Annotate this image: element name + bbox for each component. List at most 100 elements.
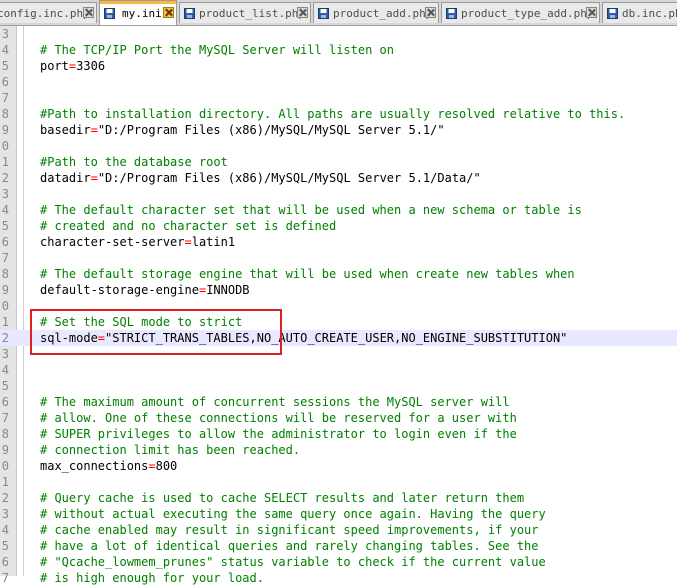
line-number: 5: [1, 379, 9, 393]
code-line[interactable]: 5 # have a lot of identical queries and r…: [0, 538, 677, 554]
tab-db-inc-php[interactable]: db.inc.php: [602, 2, 677, 23]
line-number: 3: [1, 187, 9, 201]
code-text: default-storage-engine=INNODB: [40, 282, 250, 298]
code-text: # created and no character set is define…: [40, 218, 336, 234]
line-number: 8: [1, 427, 9, 441]
comment-text: # cache enabled may result in significan…: [40, 523, 539, 537]
code-line[interactable]: 8 # SUPER privileges to allow the adminis…: [0, 426, 677, 442]
close-icon[interactable]: [586, 7, 597, 18]
config-value: 3306: [76, 59, 106, 73]
line-number: 2: [1, 331, 9, 345]
file-icon: [184, 8, 195, 19]
code-line[interactable]: 0: [0, 138, 677, 154]
comment-text: # The maximum amount of concurrent sessi…: [40, 395, 510, 409]
comment-text: # without actual executing the same quer…: [40, 507, 546, 521]
config-key: default-storage-engine: [40, 283, 199, 297]
config-value: "D:/Program Files (x86)/MySQL/MySQL Serv…: [97, 171, 481, 185]
line-number: 4: [1, 523, 9, 537]
tab-product-add-php[interactable]: product_add.php: [313, 2, 439, 23]
comment-text: # "Qcache_lowmem_prunes" status variable…: [40, 555, 546, 569]
line-number: 9: [1, 123, 9, 137]
code-text: # connection limit has been reached.: [40, 442, 300, 458]
tab-label: product_type_add.php: [461, 7, 594, 20]
close-icon[interactable]: [425, 7, 436, 18]
code-text: # SUPER privileges to allow the administ…: [40, 426, 517, 442]
line-number: 5: [1, 219, 9, 233]
config-value: INNODB: [206, 283, 250, 297]
config-key: datadir: [40, 171, 91, 185]
line-number: 2: [1, 491, 9, 505]
code-text: # The default character set that will be…: [40, 202, 582, 218]
line-number: 4: [1, 363, 9, 377]
code-line[interactable]: 4: [0, 362, 677, 378]
code-line[interactable]: 7: [0, 250, 677, 266]
line-number: 5: [1, 59, 9, 73]
code-text: # "Qcache_lowmem_prunes" status variable…: [40, 554, 546, 570]
tab-product-type-add-php[interactable]: product_type_add.php: [441, 2, 600, 23]
file-icon: [104, 8, 115, 19]
close-icon[interactable]: [163, 7, 174, 18]
code-line[interactable]: 8 # The default storage engine that will …: [0, 266, 677, 282]
code-line[interactable]: 1: [0, 474, 677, 490]
assignment-operator: =: [148, 459, 156, 473]
line-number: 3: [1, 347, 9, 361]
tab-my-ini[interactable]: my.ini: [99, 0, 177, 25]
comment-text: # allow. One of these connections will b…: [40, 411, 517, 425]
code-text: # Query cache is used to cache SELECT re…: [40, 490, 524, 506]
code-line[interactable]: 4 # cache enabled may result in significa…: [0, 522, 677, 538]
editor-text-area[interactable]: 3 4 # The TCP/IP Port the MySQL Server wil…: [0, 26, 677, 586]
config-key: max_connections: [40, 459, 149, 473]
line-number: 6: [1, 235, 9, 249]
assignment-operator: =: [184, 235, 192, 249]
line-number: 1: [1, 155, 9, 169]
code-line[interactable]: 5 # created and no character set is defin…: [0, 218, 677, 234]
code-line[interactable]: 7 # is high enough for your load.: [0, 570, 677, 586]
line-number: 8: [1, 107, 9, 121]
code-line[interactable]: 9 # connection limit has been reached.: [0, 442, 677, 458]
code-line[interactable]: 1 #Path to the database root: [0, 154, 677, 170]
code-line[interactable]: 4 # The TCP/IP Port the MySQL Server will…: [0, 42, 677, 58]
comment-text: # The default storage engine that will b…: [40, 267, 575, 281]
code-line[interactable]: 9 basedir="D:/Program Files (x86)/MySQL/M…: [0, 122, 677, 138]
comment-text: # Query cache is used to cache SELECT re…: [40, 491, 525, 505]
close-icon[interactable]: [83, 7, 94, 18]
line-number: 0: [1, 139, 9, 153]
file-icon: [318, 8, 329, 19]
code-line[interactable]: 5 port=3306: [0, 58, 677, 74]
line-number: 4: [1, 43, 9, 57]
code-line[interactable]: 3 # without actual executing the same que…: [0, 506, 677, 522]
code-line[interactable]: 2 # Query cache is used to cache SELECT r…: [0, 490, 677, 506]
config-value: 800: [155, 459, 178, 473]
comment-text: # created and no character set is define…: [40, 219, 337, 233]
file-icon: [607, 8, 618, 19]
code-line[interactable]: 0 max_connections=800: [0, 458, 677, 474]
tab-label: my.ini: [122, 7, 162, 20]
comment-text: #Path to installation directory. All pat…: [40, 107, 626, 121]
code-text: # without actual executing the same quer…: [40, 506, 546, 522]
code-line[interactable]: 6: [0, 74, 677, 90]
code-line[interactable]: 7: [0, 90, 677, 106]
comment-text: # is high enough for your load.: [40, 571, 264, 585]
line-number: 0: [1, 299, 9, 313]
code-line[interactable]: 6 # The maximum amount of concurrent sess…: [0, 394, 677, 410]
line-number: 7: [1, 571, 9, 585]
code-line[interactable]: 6 # "Qcache_lowmem_prunes" status variabl…: [0, 554, 677, 570]
close-icon[interactable]: [297, 7, 308, 18]
code-line[interactable]: 9 default-storage-engine=INNODB: [0, 282, 677, 298]
code-line[interactable]: 7 # allow. One of these connections will …: [0, 410, 677, 426]
code-line[interactable]: 4 # The default character set that will b…: [0, 202, 677, 218]
code-line[interactable]: 2 datadir="D:/Program Files (x86)/MySQL/M…: [0, 170, 677, 186]
tab-label: db.inc.php: [622, 7, 677, 20]
code-line[interactable]: 8 #Path to installation directory. All pa…: [0, 106, 677, 122]
tab-product-list-php[interactable]: product_list.php: [179, 2, 311, 23]
line-number: 6: [1, 555, 9, 569]
code-line[interactable]: 6 character-set-server=latin1: [0, 234, 677, 250]
code-line[interactable]: 3: [0, 26, 677, 42]
code-text: character-set-server=latin1: [40, 234, 235, 250]
comment-text: #Path to the database root: [40, 155, 228, 169]
code-text: # allow. One of these connections will b…: [40, 410, 517, 426]
code-line[interactable]: 5: [0, 378, 677, 394]
tab-config-inc-php[interactable]: config.inc.php: [0, 2, 97, 23]
code-line[interactable]: 3: [0, 186, 677, 202]
config-value: "D:/Program Files (x86)/MySQL/MySQL Serv…: [97, 123, 445, 137]
